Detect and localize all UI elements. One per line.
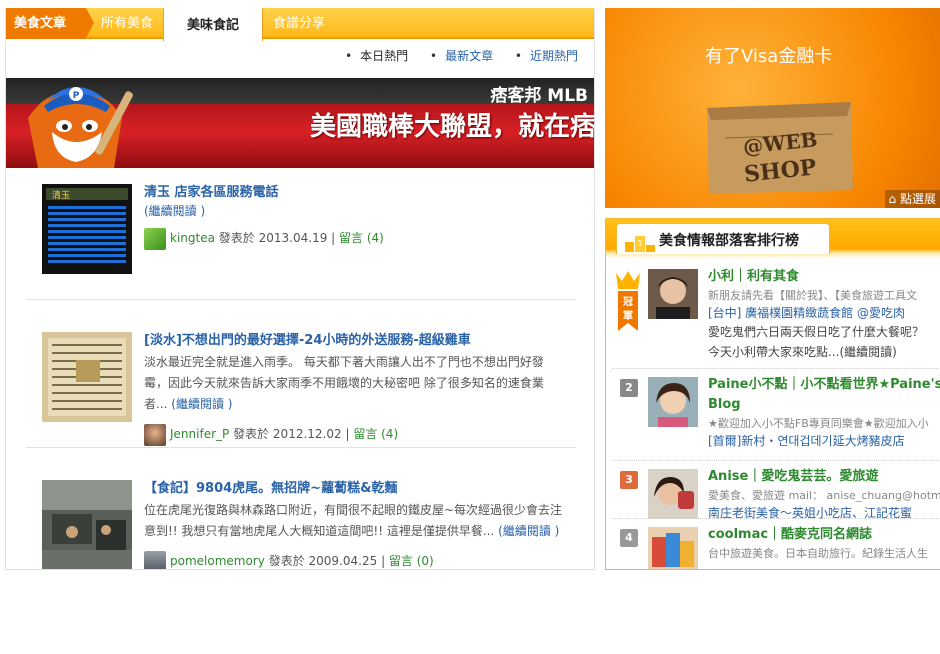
- blogger-avatar[interactable]: [648, 377, 698, 427]
- article-meta: Jennifer_P 發表於 2012.12.02 | 留言 (4): [144, 423, 564, 446]
- author-link[interactable]: pomelomemory: [170, 554, 265, 568]
- article-body: 【食記】9804虎尾。無招牌~蘿蔔糕&乾麵 位在虎尾光復路與林森路口附近，有間很…: [144, 480, 564, 569]
- read-more-link[interactable]: (繼續閱讀 ): [498, 524, 559, 538]
- read-more-link[interactable]: (繼續閱讀 ): [144, 204, 205, 218]
- blogger-description: ★歡迎加入小不點FB專頁同樂會★歡迎加入小: [708, 417, 929, 430]
- blogger-avatar[interactable]: [648, 469, 698, 519]
- article-thumbnail[interactable]: [42, 480, 132, 569]
- author-link[interactable]: kingtea: [170, 231, 215, 245]
- blogger-avatar[interactable]: [648, 527, 698, 569]
- svg-text:軍: 軍: [623, 310, 633, 322]
- author-avatar[interactable]: [144, 550, 166, 569]
- article-body: [淡水]不想出門的最好選擇-24小時的外送服務-超級雞車 淡水最近完全就是進入雨…: [144, 332, 564, 446]
- blogger-avatar[interactable]: [648, 269, 698, 319]
- author-avatar[interactable]: [144, 423, 166, 446]
- ad-expand-label: 點選展: [899, 192, 936, 206]
- blogger-info: 小利｜利有其食 新朋友請先看【關於我】、【美食旅遊工具文 [台中] 廣福樸園精緻…: [708, 267, 940, 362]
- ranking-item: 3 Anise｜愛吃鬼芸芸。愛旅遊 愛美食、愛旅遊 mail： anise_ch…: [612, 461, 940, 522]
- ranking-item: 2 Paine小不點｜小不點看世界★Paine's Blog ★歡迎加入小不點F…: [612, 369, 940, 461]
- author-avatar[interactable]: [144, 227, 166, 250]
- article-excerpt: 淡水最近完全就是進入雨季。 每天都下著大雨讓人出不了門也不想出門好發霉，因此今天…: [144, 352, 564, 415]
- sort-subnav: • 本日熱門 • 最新文章 • 近期熱門: [327, 43, 578, 69]
- visa-webshop-ad[interactable]: 有了Visa金融卡 @WEB SHOP ⌂ 點選展: [605, 8, 940, 208]
- latest-post-link[interactable]: [台中] 廣福樸園精緻蔬食館 @愛吃肉: [708, 306, 905, 320]
- comments-link[interactable]: 留言 (0): [389, 554, 434, 568]
- blogger-name-link[interactable]: 小利｜利有其食: [708, 267, 940, 287]
- blogger-info: coolmac｜酷麥克同名網誌 台中旅遊美食。日本自助旅行。紀錄生活人生: [708, 525, 940, 562]
- blogger-name-link[interactable]: coolmac｜酷麥克同名網誌: [708, 525, 940, 545]
- rank-badge: 3: [620, 471, 638, 489]
- blogger-name-link[interactable]: Anise｜愛吃鬼芸芸。愛旅遊: [708, 467, 940, 487]
- blogger-name-link[interactable]: Paine小不點｜小不點看世界★Paine's Blog: [708, 375, 940, 415]
- svg-text:1: 1: [637, 239, 642, 248]
- ranking-title: 美食情報部落客排行榜: [659, 233, 799, 249]
- rank-badge: 2: [620, 379, 638, 397]
- article-thumbnail[interactable]: 清玉: [42, 184, 132, 274]
- author-link[interactable]: Jennifer_P: [170, 427, 229, 441]
- pixnet-mlb-logo: 痞客邦 MLB: [490, 86, 588, 106]
- blogger-info: Anise｜愛吃鬼芸芸。愛旅遊 愛美食、愛旅遊 mail： anise_chua…: [708, 467, 940, 522]
- rank-badge: 4: [620, 529, 638, 547]
- ad-headline: 有了Visa金融卡: [705, 46, 833, 67]
- banner-headline: 美國職棒大聯盟，就在痞: [309, 112, 595, 142]
- ranking-item: 冠 軍 冠軍 小利｜利有其食 新朋友請先看【關於我】、【美食旅遊工具文 [台中]…: [612, 261, 940, 369]
- latest-post-link[interactable]: 南庄老街美食～英姐小吃店、江記花蜜: [708, 506, 912, 520]
- article-title[interactable]: 清玉 店家各區服務電話: [144, 184, 564, 202]
- sort-recent-hot[interactable]: 近期熱門: [530, 49, 578, 63]
- svg-text:P: P: [73, 91, 80, 101]
- article-body: 清玉 店家各區服務電話 (繼續閱讀 ) kingtea 發表於 2013.04.…: [144, 184, 564, 250]
- fox-mascot-icon: P: [28, 87, 133, 168]
- posted-label: 發表於: [268, 554, 305, 568]
- bullet-icon: •: [345, 49, 353, 63]
- ad-expand-button[interactable]: ⌂ 點選展: [884, 190, 940, 208]
- article-excerpt: 位在虎尾光復路與林森路口附近，有間很不起眼的鐵皮屋~每次經過很少會去注意到!! …: [144, 500, 564, 542]
- blogger-ranking-panel: 1 美食情報部落客排行榜 冠 軍 冠軍 小利｜利有其食: [605, 218, 940, 570]
- latest-post-link[interactable]: [首爾]新村・연대겁데기延大烤豬皮店: [708, 434, 905, 448]
- category-tabbar: 美食文章 所有美食 美味食記 食譜分享: [6, 8, 594, 41]
- tab-food-reviews[interactable]: 美味食記: [163, 8, 263, 41]
- article-item: 【食記】9804虎尾。無招牌~蘿蔔糕&乾麵 位在虎尾光復路與林森路口附近，有間很…: [26, 474, 576, 569]
- article-thumbnail[interactable]: [42, 332, 132, 422]
- article-list: 清玉 清玉 店家各區服務電話 (繼續閱讀 ) kingtea 發表於 2013.…: [26, 178, 576, 569]
- blogger-info: Paine小不點｜小不點看世界★Paine's Blog ★歡迎加入小不點FB專…: [708, 375, 940, 450]
- post-date: 2013.04.19: [258, 231, 328, 245]
- bullet-icon: •: [429, 49, 438, 63]
- blogger-description: 愛美食、愛旅遊 mail： anise_chuang@hotmail.: [708, 489, 940, 502]
- article-item: 清玉 清玉 店家各區服務電話 (繼續閱讀 ) kingtea 發表於 2013.…: [26, 178, 576, 300]
- article-meta: kingtea 發表於 2013.04.19 | 留言 (4): [144, 227, 564, 250]
- posted-label: 發表於: [218, 231, 255, 245]
- svg-text:冠: 冠: [623, 296, 633, 308]
- ranking-header: 1 美食情報部落客排行榜: [616, 223, 830, 254]
- podium-icon: 1: [625, 236, 655, 252]
- article-title[interactable]: 【食記】9804虎尾。無招牌~蘿蔔糕&乾麵: [144, 480, 564, 498]
- champion-crown-icon: 冠 軍: [616, 271, 640, 331]
- article-meta: pomelomemory 發表於 2009.04.25 | 留言 (0): [144, 550, 564, 569]
- tab-recipe-share[interactable]: 食譜分享: [273, 8, 325, 39]
- article-title[interactable]: [淡水]不想出門的最好選擇-24小時的外送服務-超級雞車: [144, 332, 564, 350]
- comments-link[interactable]: 留言 (4): [339, 231, 384, 245]
- blogger-description: 新朋友請先看【關於我】、【美食旅遊工具文: [708, 289, 917, 302]
- blogger-description: 台中旅遊美食。日本自助旅行。紀錄生活人生: [708, 547, 928, 560]
- article-item: [淡水]不想出門的最好選擇-24小時的外送服務-超級雞車 淡水最近完全就是進入雨…: [26, 326, 576, 448]
- tab-all-food[interactable]: 所有美食: [101, 8, 153, 39]
- bullet-icon: •: [514, 49, 522, 63]
- food-articles-panel: 美食文章 所有美食 美味食記 食譜分享 • 本日熱門 • 最新文章 • 近期熱門 P …: [5, 8, 595, 570]
- sort-today-hot[interactable]: 本日熱門: [360, 49, 408, 63]
- home-icon: ⌂: [888, 192, 897, 206]
- cardboard-box-icon: @WEB SHOP: [707, 102, 853, 194]
- ranking-item: 4 coolmac｜酷麥克同名網誌 台中旅遊美食。日本自助旅行。紀錄生活人生: [612, 519, 940, 569]
- svg-text:清玉: 清玉: [52, 189, 70, 201]
- post-snippet: 今天小利帶大家來吃點...(繼續閱讀): [708, 345, 897, 359]
- sort-latest[interactable]: 最新文章: [445, 49, 493, 63]
- posted-label: 發表於: [233, 427, 270, 441]
- read-more-link[interactable]: (繼續閱讀 ): [171, 397, 232, 411]
- ranking-list: 冠 軍 冠軍 小利｜利有其食 新朋友請先看【關於我】、【美食旅遊工具文 [台中]…: [612, 261, 940, 569]
- post-snippet: 愛吃鬼們六日兩天假日吃了什麼大餐呢？: [708, 325, 925, 339]
- section-label: 美食文章: [6, 8, 94, 39]
- post-date: 2012.12.02: [272, 427, 342, 441]
- post-date: 2009.04.25: [308, 554, 378, 568]
- comments-link[interactable]: 留言 (4): [353, 427, 398, 441]
- mlb-banner[interactable]: P 痞客邦 MLB 美國職棒大聯盟，就在痞: [6, 78, 595, 168]
